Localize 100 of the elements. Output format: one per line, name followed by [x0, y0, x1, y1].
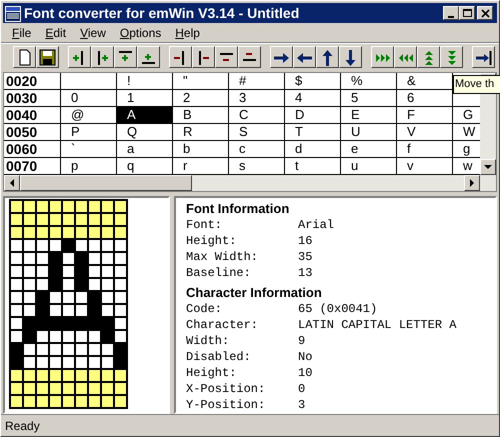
minimize-button[interactable] — [443, 6, 459, 20]
character-cell[interactable]: P — [60, 124, 116, 140]
toolbar-button[interactable] — [13, 46, 36, 68]
field-label: Height: — [186, 233, 238, 249]
character-cell[interactable]: $ — [284, 73, 340, 89]
character-cell[interactable]: d — [284, 141, 340, 157]
toolbar-button[interactable] — [36, 46, 59, 68]
window-title: Font converter for emWin V3.14 - Untitled — [24, 4, 300, 22]
section-heading: Character Information — [186, 285, 323, 301]
character-cell[interactable]: & — [396, 73, 452, 89]
toolbar-button[interactable] — [394, 46, 417, 68]
field-label: Width: — [186, 333, 230, 349]
field-label: X-Position: — [186, 381, 266, 397]
character-cell[interactable]: 2 — [172, 90, 228, 106]
character-cell[interactable]: a — [116, 141, 172, 157]
menu-item[interactable]: File — [5, 24, 38, 42]
character-cell[interactable]: # — [228, 73, 284, 89]
toolbar-button[interactable] — [293, 46, 316, 68]
character-cell[interactable]: b — [172, 141, 228, 157]
scroll-right-button[interactable] — [464, 175, 480, 191]
arrow-to-bar-icon — [475, 48, 492, 66]
field-label: Code: — [186, 301, 224, 317]
character-cell[interactable]: 4 — [284, 90, 340, 106]
character-cell[interactable]: S — [228, 124, 284, 140]
scroll-down-button[interactable] — [480, 159, 496, 175]
character-cell[interactable]: A — [116, 107, 172, 123]
character-cell[interactable]: 3 — [228, 90, 284, 106]
character-cell[interactable]: R — [172, 124, 228, 140]
character-cell[interactable]: E — [340, 107, 396, 123]
character-cell[interactable]: % — [340, 73, 396, 89]
toolbar-button[interactable] — [339, 46, 362, 68]
maximize-button[interactable] — [459, 6, 475, 20]
character-cell[interactable]: u — [340, 158, 396, 174]
character-cell[interactable]: U — [340, 124, 396, 140]
toolbar-button[interactable] — [114, 46, 137, 68]
toolbar-button[interactable] — [417, 46, 440, 68]
field-value: 35 — [298, 249, 312, 265]
toolbar-button[interactable] — [472, 46, 495, 68]
character-cell[interactable]: ! — [116, 73, 172, 89]
toolbar-button[interactable] — [316, 46, 339, 68]
toolbar-button[interactable] — [215, 46, 238, 68]
field-value: 65 (0x0041) — [298, 301, 378, 317]
character-cell[interactable]: T — [284, 124, 340, 140]
toolbar-button[interactable] — [169, 46, 192, 68]
close-icon — [480, 8, 490, 18]
character-cell[interactable]: B — [172, 107, 228, 123]
toolbar-button[interactable] — [440, 46, 463, 68]
field-label: Baseline: — [186, 265, 252, 281]
character-cell[interactable]: C — [228, 107, 284, 123]
character-cell[interactable]: " — [172, 73, 228, 89]
scrollbar-thumb[interactable] — [20, 175, 192, 191]
field-value: No — [298, 349, 312, 365]
character-cell[interactable]: r — [172, 158, 228, 174]
scroll-left-button[interactable] — [4, 175, 20, 191]
character-cell[interactable]: 5 — [340, 90, 396, 106]
toolbar-button[interactable] — [68, 46, 91, 68]
character-cell[interactable]: F — [396, 107, 452, 123]
section-heading: Font Information — [186, 201, 290, 217]
character-cell[interactable]: 1 — [116, 90, 172, 106]
field-value: Arial — [298, 217, 334, 233]
character-cell[interactable]: ` — [60, 141, 116, 157]
toolbar-button[interactable] — [91, 46, 114, 68]
field-label: Character: — [186, 317, 260, 333]
character-cell[interactable]: e — [340, 141, 396, 157]
character-cell[interactable]: c — [228, 141, 284, 157]
character-cell[interactable]: s — [228, 158, 284, 174]
toolbar-button[interactable] — [238, 46, 261, 68]
toolbar-button[interactable] — [192, 46, 215, 68]
menu-item[interactable]: Options — [112, 24, 168, 42]
status-text: Ready — [5, 418, 40, 434]
toolbar-button[interactable] — [371, 46, 394, 68]
character-cell[interactable]: V — [396, 124, 452, 140]
field-value: 13 — [298, 265, 312, 281]
field-label: Y-Position: — [186, 397, 266, 412]
field-label: Max Width: — [186, 249, 260, 265]
character-cell[interactable]: v — [396, 158, 452, 174]
toolbar-button[interactable] — [270, 46, 293, 68]
field-value: 10 — [298, 365, 312, 381]
remove-row-icon — [220, 53, 233, 61]
toolbar-button[interactable] — [137, 46, 160, 68]
character-cell[interactable]: Q — [116, 124, 172, 140]
field-value: 9 — [298, 333, 306, 349]
character-cell[interactable]: p — [60, 158, 116, 174]
character-cell[interactable]: 6 — [396, 90, 452, 106]
menu-item[interactable]: Edit — [38, 24, 74, 42]
character-cell[interactable]: t — [284, 158, 340, 174]
menu-item[interactable]: Help — [168, 24, 207, 42]
down-triangle-icon — [484, 164, 492, 170]
character-cell[interactable]: q — [116, 158, 172, 174]
field-value: 0 — [298, 381, 306, 397]
character-cell[interactable]: D — [284, 107, 340, 123]
field-label: Disabled: — [186, 349, 252, 365]
tooltip: Move th — [453, 75, 500, 94]
character-cell[interactable]: f — [396, 141, 452, 157]
close-button[interactable] — [477, 6, 493, 20]
menu-item[interactable]: View — [73, 24, 113, 42]
remove-row-icon — [243, 53, 256, 61]
glyph-pixel-grid[interactable] — [9, 199, 128, 409]
character-cell[interactable]: 0 — [60, 90, 116, 106]
field-label: Font: — [186, 217, 224, 233]
